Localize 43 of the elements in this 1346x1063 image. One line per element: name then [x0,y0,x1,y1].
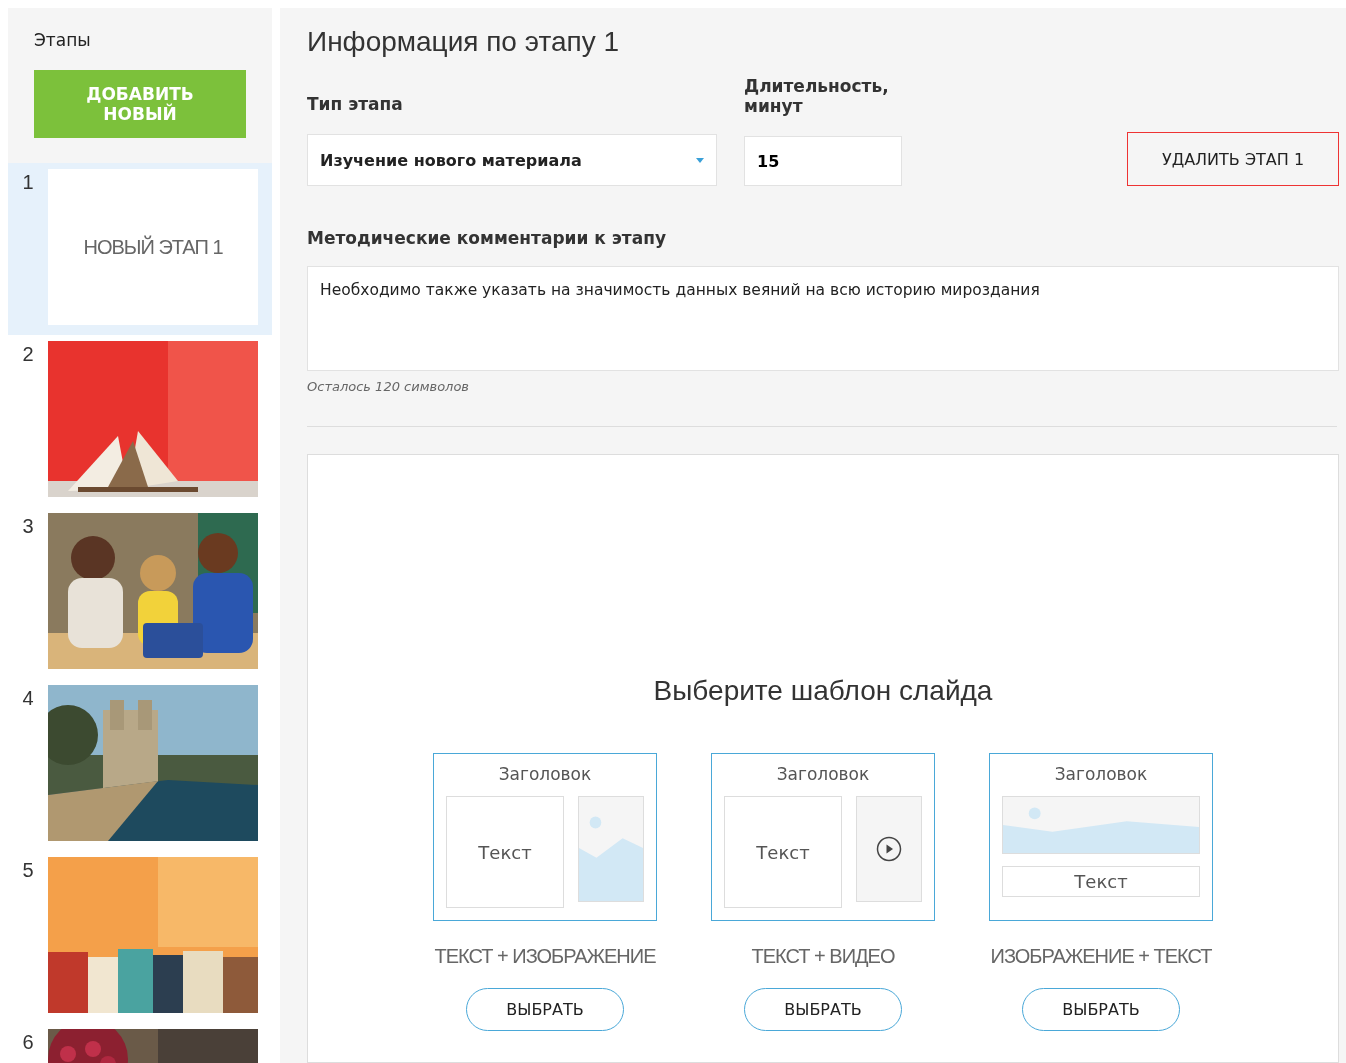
comments-field[interactable]: Необходимо также указать на значимость данных веяний на всю историю мироздания [307,266,1339,371]
play-icon [876,836,902,862]
caret-icon [696,157,704,163]
stage-number: 2 [21,342,35,367]
preview-text: Текст [1002,866,1200,897]
preview-heading: Заголовок [497,764,593,784]
choose-button[interactable]: ВЫБРАТЬ [744,988,902,1031]
sidebar-title: Этапы [34,30,92,50]
choose-button[interactable]: ВЫБРАТЬ [466,988,624,1031]
stage-number: 3 [21,514,35,539]
stage-number: 4 [21,686,35,711]
field-label: Тип этапа [307,94,404,114]
field-label: Длительность, минут [744,76,890,116]
template-preview[interactable]: Заголовок Текст [433,753,657,921]
template-preview[interactable]: Заголовок Текст [711,753,935,921]
image-placeholder-icon [1002,796,1200,854]
template-preview[interactable]: Заголовок Текст [989,753,1213,921]
stage-number: 6 [21,1030,35,1055]
preview-heading: Заголовок [1053,764,1149,784]
stage-item[interactable]: 6 [8,1023,272,1063]
template-caption: ТЕКСТ + ИЗОБРАЖЕНИЕ [434,945,656,968]
choose-button[interactable]: ВЫБРАТЬ [1022,988,1180,1031]
stage-item[interactable]: 1 НОВЫЙ ЭТАП 1 [8,163,272,335]
preview-text: Текст [446,796,564,908]
stage-number: 5 [21,858,35,883]
template-caption: ТЕКСТ + ВИДЕО [751,945,895,968]
delete-button[interactable]: УДАЛИТЬ ЭТАП 1 [1127,132,1339,186]
preview-text: Текст [724,796,842,908]
page-title: Информация по этапу 1 [307,26,620,58]
template-caption: ИЗОБРАЖЕНИЕ + ТЕКСТ [990,945,1212,968]
stage-item[interactable]: 2 [8,335,272,507]
duration-field[interactable]: 15 [744,136,902,186]
stage-label: НОВЫЙ ЭТАП 1 [83,235,223,259]
template-heading: Выберите шаблон слайда [653,675,993,707]
image-placeholder-icon [578,796,644,902]
field-label: Методические комментарии к этапу [307,228,667,248]
stage-number: 1 [21,170,35,195]
preview-heading: Заголовок [775,764,871,784]
character-counter: Осталось 120 символов [307,379,470,394]
stage-item[interactable]: 4 [8,679,272,851]
stage-item[interactable]: 5 [8,851,272,1023]
stage-type-dropdown[interactable]: Изучение нового материала [307,134,717,186]
stage-item[interactable]: 3 [8,507,272,679]
